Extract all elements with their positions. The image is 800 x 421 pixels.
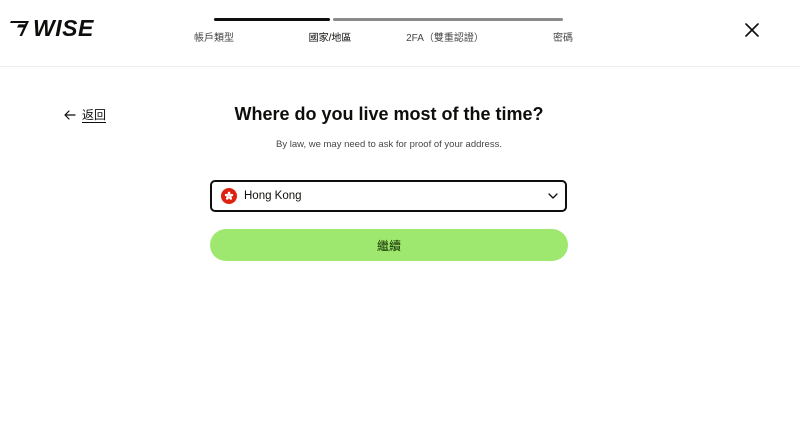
progress-bar-remaining bbox=[333, 18, 563, 21]
close-button[interactable] bbox=[742, 20, 762, 40]
page-title: Where do you live most of the time? bbox=[234, 104, 544, 124]
chevron-down-icon bbox=[548, 193, 558, 199]
signup-progress: 帳戶類型 國家/地區 2FA（雙重認證） 密碼 bbox=[0, 18, 800, 48]
country-select[interactable]: Hong Kong bbox=[210, 180, 567, 212]
close-icon bbox=[745, 23, 759, 37]
page-subtitle: By law, we may need to ask for proof of … bbox=[275, 139, 502, 150]
step-password: 密碼 bbox=[553, 33, 573, 44]
step-country: 國家/地區 bbox=[308, 33, 352, 44]
hong-kong-flag-icon bbox=[221, 188, 237, 204]
country-select-value: Hong Kong bbox=[244, 190, 302, 202]
step-2fa: 2FA（雙重認證） bbox=[406, 33, 484, 44]
progress-bar-completed bbox=[214, 18, 330, 21]
top-header: WISE 帳戶類型 國家/地區 2FA（雙重認證） 密碼 bbox=[0, 0, 800, 67]
step-account-type: 帳戶類型 bbox=[194, 33, 234, 44]
continue-button[interactable]: 繼續 bbox=[210, 229, 568, 261]
